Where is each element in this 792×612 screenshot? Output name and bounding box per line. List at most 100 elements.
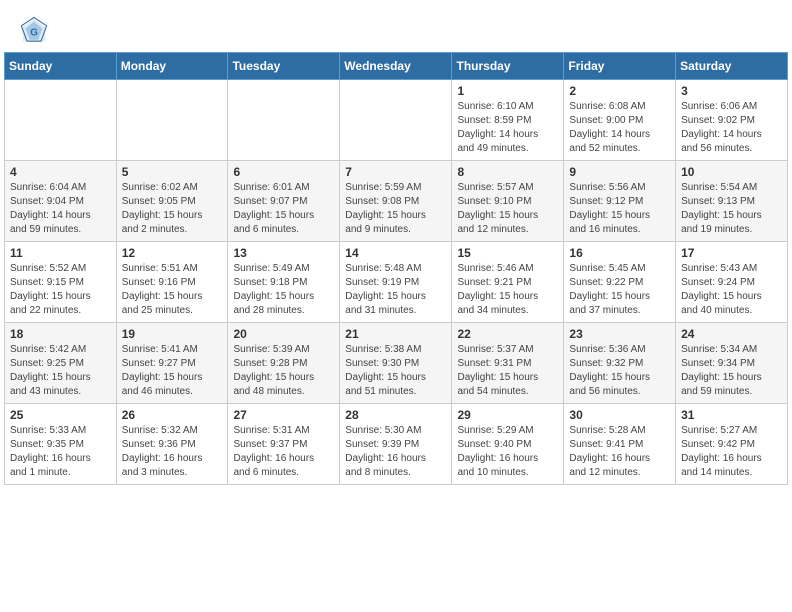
calendar-cell: [228, 80, 340, 161]
day-info: Sunrise: 5:56 AM Sunset: 9:12 PM Dayligh…: [569, 181, 670, 237]
calendar-cell: 30Sunrise: 5:28 AM Sunset: 9:41 PM Dayli…: [564, 404, 676, 485]
day-number: 14: [345, 246, 446, 260]
day-info: Sunrise: 5:30 AM Sunset: 9:39 PM Dayligh…: [345, 424, 446, 480]
day-number: 31: [681, 408, 782, 422]
calendar-cell: 6Sunrise: 6:01 AM Sunset: 9:07 PM Daylig…: [228, 161, 340, 242]
day-number: 15: [457, 246, 558, 260]
calendar-cell: 20 Sunrise: 5:39 AM Sunset: 9:28 PM Dayli…: [228, 323, 340, 404]
calendar-cell: 26 Sunrise: 5:32 AM Sunset: 9:36 PM Dayli…: [116, 404, 228, 485]
day-info: Sunrise: 5:57 AM Sunset: 9:10 PM Dayligh…: [457, 181, 558, 237]
weekday-header: Sunday: [5, 53, 117, 80]
calendar-cell: 21 Sunrise: 5:38 AM Sunset: 9:30 PM Dayli…: [340, 323, 452, 404]
calendar-cell: 18 Sunrise: 5:42 AM Sunset: 9:25 PM Dayli…: [5, 323, 117, 404]
day-number: 7: [345, 165, 446, 179]
day-number: 30: [569, 408, 670, 422]
day-info: Sunrise: 5:32 AM Sunset: 9:36 PM Dayligh…: [122, 424, 223, 480]
calendar-cell: 28 Sunrise: 5:30 AM Sunset: 9:39 PM Dayli…: [340, 404, 452, 485]
calendar-week-row: 4Sunrise: 6:04 AM Sunset: 9:04 PM Daylig…: [5, 161, 788, 242]
calendar-cell: 11 Sunrise: 5:52 AM Sunset: 9:15 PM Dayli…: [5, 242, 117, 323]
day-number: 17: [681, 246, 782, 260]
weekday-header: Wednesday: [340, 53, 452, 80]
weekday-header: Monday: [116, 53, 228, 80]
calendar-cell: 29 Sunrise: 5:29 AM Sunset: 9:40 PM Dayli…: [452, 404, 564, 485]
day-number: 16: [569, 246, 670, 260]
day-number: 29: [457, 408, 558, 422]
day-number: 13: [233, 246, 334, 260]
calendar-cell: 24 Sunrise: 5:34 AM Sunset: 9:34 PM Dayli…: [676, 323, 788, 404]
day-info: Sunrise: 5:43 AM Sunset: 9:24 PM Dayligh…: [681, 262, 782, 318]
calendar-cell: 25Sunrise: 5:33 AM Sunset: 9:35 PM Dayli…: [5, 404, 117, 485]
day-info: Sunrise: 5:59 AM Sunset: 9:08 PM Dayligh…: [345, 181, 446, 237]
day-info: Sunrise: 5:54 AM Sunset: 9:13 PM Dayligh…: [681, 181, 782, 237]
calendar-cell: 7 Sunrise: 5:59 AM Sunset: 9:08 PM Daylig…: [340, 161, 452, 242]
day-info: Sunrise: 5:37 AM Sunset: 9:31 PM Dayligh…: [457, 343, 558, 399]
day-number: 20: [233, 327, 334, 341]
calendar-cell: 5 Sunrise: 6:02 AM Sunset: 9:05 PM Daylig…: [116, 161, 228, 242]
calendar-body: 1 Sunrise: 6:10 AM Sunset: 8:59 PM Daylig…: [5, 80, 788, 485]
day-info: Sunrise: 5:36 AM Sunset: 9:32 PM Dayligh…: [569, 343, 670, 399]
weekday-header-row: SundayMondayTuesdayWednesdayThursdayFrid…: [5, 53, 788, 80]
day-info: Sunrise: 6:02 AM Sunset: 9:05 PM Dayligh…: [122, 181, 223, 237]
day-info: Sunrise: 5:39 AM Sunset: 9:28 PM Dayligh…: [233, 343, 334, 399]
day-info: Sunrise: 5:45 AM Sunset: 9:22 PM Dayligh…: [569, 262, 670, 318]
day-info: Sunrise: 5:31 AM Sunset: 9:37 PM Dayligh…: [233, 424, 334, 480]
day-number: 12: [122, 246, 223, 260]
calendar-cell: 8 Sunrise: 5:57 AM Sunset: 9:10 PM Daylig…: [452, 161, 564, 242]
calendar-cell: 1 Sunrise: 6:10 AM Sunset: 8:59 PM Daylig…: [452, 80, 564, 161]
calendar-header: SundayMondayTuesdayWednesdayThursdayFrid…: [5, 53, 788, 80]
day-info: Sunrise: 5:41 AM Sunset: 9:27 PM Dayligh…: [122, 343, 223, 399]
calendar-week-row: 18 Sunrise: 5:42 AM Sunset: 9:25 PM Dayli…: [5, 323, 788, 404]
calendar-cell: 12Sunrise: 5:51 AM Sunset: 9:16 PM Dayli…: [116, 242, 228, 323]
day-info: Sunrise: 5:34 AM Sunset: 9:34 PM Dayligh…: [681, 343, 782, 399]
calendar-cell: [5, 80, 117, 161]
calendar-cell: 2 Sunrise: 6:08 AM Sunset: 9:00 PM Daylig…: [564, 80, 676, 161]
calendar-cell: 22Sunrise: 5:37 AM Sunset: 9:31 PM Dayli…: [452, 323, 564, 404]
day-info: Sunrise: 5:42 AM Sunset: 9:25 PM Dayligh…: [10, 343, 111, 399]
day-number: 8: [457, 165, 558, 179]
calendar-cell: 4Sunrise: 6:04 AM Sunset: 9:04 PM Daylig…: [5, 161, 117, 242]
day-number: 19: [122, 327, 223, 341]
calendar-cell: 10Sunrise: 5:54 AM Sunset: 9:13 PM Dayli…: [676, 161, 788, 242]
logo-icon: G: [20, 16, 48, 44]
day-info: Sunrise: 6:08 AM Sunset: 9:00 PM Dayligh…: [569, 100, 670, 156]
day-number: 1: [457, 84, 558, 98]
day-info: Sunrise: 5:27 AM Sunset: 9:42 PM Dayligh…: [681, 424, 782, 480]
weekday-header: Thursday: [452, 53, 564, 80]
day-number: 18: [10, 327, 111, 341]
day-number: 26: [122, 408, 223, 422]
weekday-header: Friday: [564, 53, 676, 80]
day-number: 6: [233, 165, 334, 179]
calendar-cell: 23 Sunrise: 5:36 AM Sunset: 9:32 PM Dayli…: [564, 323, 676, 404]
day-number: 2: [569, 84, 670, 98]
day-number: 3: [681, 84, 782, 98]
day-number: 21: [345, 327, 446, 341]
day-number: 9: [569, 165, 670, 179]
day-info: Sunrise: 5:38 AM Sunset: 9:30 PM Dayligh…: [345, 343, 446, 399]
calendar-cell: 16 Sunrise: 5:45 AM Sunset: 9:22 PM Dayli…: [564, 242, 676, 323]
calendar-cell: 27 Sunrise: 5:31 AM Sunset: 9:37 PM Dayli…: [228, 404, 340, 485]
day-info: Sunrise: 5:52 AM Sunset: 9:15 PM Dayligh…: [10, 262, 111, 318]
calendar-cell: 15 Sunrise: 5:46 AM Sunset: 9:21 PM Dayli…: [452, 242, 564, 323]
calendar-cell: 14 Sunrise: 5:48 AM Sunset: 9:19 PM Dayli…: [340, 242, 452, 323]
day-number: 25: [10, 408, 111, 422]
day-info: Sunrise: 6:06 AM Sunset: 9:02 PM Dayligh…: [681, 100, 782, 156]
day-number: 27: [233, 408, 334, 422]
day-number: 28: [345, 408, 446, 422]
day-info: Sunrise: 5:29 AM Sunset: 9:40 PM Dayligh…: [457, 424, 558, 480]
calendar-cell: 13Sunrise: 5:49 AM Sunset: 9:18 PM Dayli…: [228, 242, 340, 323]
day-info: Sunrise: 5:48 AM Sunset: 9:19 PM Dayligh…: [345, 262, 446, 318]
calendar-week-row: 25Sunrise: 5:33 AM Sunset: 9:35 PM Dayli…: [5, 404, 788, 485]
day-number: 11: [10, 246, 111, 260]
day-number: 23: [569, 327, 670, 341]
day-number: 4: [10, 165, 111, 179]
calendar-cell: 31 Sunrise: 5:27 AM Sunset: 9:42 PM Dayli…: [676, 404, 788, 485]
day-number: 24: [681, 327, 782, 341]
calendar-cell: 17 Sunrise: 5:43 AM Sunset: 9:24 PM Dayli…: [676, 242, 788, 323]
calendar-cell: 3 Sunrise: 6:06 AM Sunset: 9:02 PM Daylig…: [676, 80, 788, 161]
calendar-cell: 9 Sunrise: 5:56 AM Sunset: 9:12 PM Daylig…: [564, 161, 676, 242]
day-number: 5: [122, 165, 223, 179]
day-info: Sunrise: 5:46 AM Sunset: 9:21 PM Dayligh…: [457, 262, 558, 318]
calendar-cell: 19 Sunrise: 5:41 AM Sunset: 9:27 PM Dayli…: [116, 323, 228, 404]
day-info: Sunrise: 6:10 AM Sunset: 8:59 PM Dayligh…: [457, 100, 558, 156]
weekday-header: Tuesday: [228, 53, 340, 80]
